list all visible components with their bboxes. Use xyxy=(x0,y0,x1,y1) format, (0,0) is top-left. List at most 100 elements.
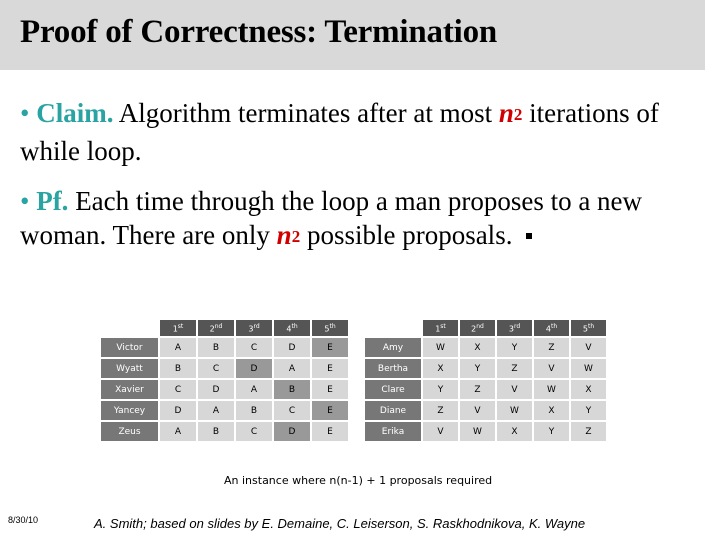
person-name: Xavier xyxy=(101,380,158,399)
preference-cell: W xyxy=(534,380,569,399)
table-row: Erika V W X Y Z xyxy=(365,422,606,441)
preference-cell: B xyxy=(198,422,234,441)
preference-cell: A xyxy=(236,380,272,399)
rank-header: 1st xyxy=(160,320,196,336)
preference-cell: Y xyxy=(534,422,569,441)
claim-paragraph: • Claim. Algorithm terminates after at m… xyxy=(20,96,690,168)
preference-cell: V xyxy=(571,338,606,357)
preference-cell: C xyxy=(160,380,196,399)
preference-cell: D xyxy=(236,359,272,378)
preference-cell: C xyxy=(236,422,272,441)
preference-cell: B xyxy=(160,359,196,378)
preference-cell: E xyxy=(312,401,348,420)
preference-cell: D xyxy=(160,401,196,420)
preference-cell: Z xyxy=(534,338,569,357)
preference-cell: W xyxy=(423,338,458,357)
rank-header: 4th xyxy=(274,320,310,336)
preference-cell: V xyxy=(460,401,495,420)
claim-keyword: Claim. xyxy=(36,98,114,128)
table-row: Bertha X Y Z V W xyxy=(365,359,606,378)
preference-cell: C xyxy=(274,401,310,420)
title-bar: Proof of Correctness: Termination xyxy=(0,0,705,70)
preference-cell: V xyxy=(497,380,532,399)
table-row: Zeus A B C D E xyxy=(101,422,348,441)
rank-header: 4th xyxy=(534,320,569,336)
women-table-header: 1st 2nd 3rd 4th 5th xyxy=(365,320,606,336)
rank-header: 2nd xyxy=(198,320,234,336)
preference-cell: D xyxy=(198,380,234,399)
table-row: Amy W X Y Z V xyxy=(365,338,606,357)
proof-tail: possible proposals. xyxy=(300,220,513,250)
preference-cell: D xyxy=(274,422,310,441)
preference-cell: B xyxy=(274,380,310,399)
preference-cell: B xyxy=(198,338,234,357)
preference-cell: E xyxy=(312,380,348,399)
preference-cell: B xyxy=(236,401,272,420)
person-name: Erika xyxy=(365,422,421,441)
proof-n-squared: n2 xyxy=(276,220,301,250)
person-name: Wyatt xyxy=(101,359,158,378)
preference-cell: Z xyxy=(423,401,458,420)
rank-header: 2nd xyxy=(460,320,495,336)
rank-header: 3rd xyxy=(497,320,532,336)
table-row: Diane Z V W X Y xyxy=(365,401,606,420)
person-name: Clare xyxy=(365,380,421,399)
person-name: Zeus xyxy=(101,422,158,441)
proof-keyword: Pf. xyxy=(36,186,69,216)
rank-header: 5th xyxy=(312,320,348,336)
rank-header: 5th xyxy=(571,320,606,336)
preference-cell: X xyxy=(497,422,532,441)
preference-cell: Y xyxy=(460,359,495,378)
preference-cell: Y xyxy=(423,380,458,399)
preference-cell: E xyxy=(312,422,348,441)
preference-cell: E xyxy=(312,338,348,357)
preference-cell: Z xyxy=(497,359,532,378)
preference-cell: X xyxy=(534,401,569,420)
preference-cell: Y xyxy=(571,401,606,420)
qed-square-icon xyxy=(526,232,533,239)
preference-cell: D xyxy=(274,338,310,357)
table-row: Xavier C D A B E xyxy=(101,380,348,399)
table-row: Yancey D A B C E xyxy=(101,401,348,420)
preference-cell: X xyxy=(423,359,458,378)
claim-text: Algorithm terminates after at most xyxy=(113,98,499,128)
proof-bullet: • xyxy=(20,186,30,216)
person-name: Diane xyxy=(365,401,421,420)
preference-cell: W xyxy=(460,422,495,441)
preference-cell: A xyxy=(198,401,234,420)
table-row: Victor A B C D E xyxy=(101,338,348,357)
preference-cell: C xyxy=(236,338,272,357)
table-row: Wyatt B C D A E xyxy=(101,359,348,378)
preference-cell: E xyxy=(312,359,348,378)
preference-cell: X xyxy=(571,380,606,399)
person-name: Bertha xyxy=(365,359,421,378)
rank-header: 3rd xyxy=(236,320,272,336)
men-preference-table: 1st 2nd 3rd 4th 5th Victor A B C D E Wyatt B C D A E Xav… xyxy=(99,318,350,443)
slide-date: 8/30/10 xyxy=(8,515,39,525)
preference-cell: W xyxy=(497,401,532,420)
table-caption: An instance where n(n-1) + 1 proposals r… xyxy=(224,474,493,487)
claim-bullet: • xyxy=(20,98,30,128)
men-table-header: 1st 2nd 3rd 4th 5th xyxy=(101,320,348,336)
preference-cell: A xyxy=(160,338,196,357)
slide-title: Proof of Correctness: Termination xyxy=(20,14,498,50)
preference-cell: W xyxy=(571,359,606,378)
claim-n-squared: n2 xyxy=(498,98,523,128)
rank-header: 1st xyxy=(423,320,458,336)
women-preference-table: 1st 2nd 3rd 4th 5th Amy W X Y Z V Bertha X Y Z V W Clare… xyxy=(363,318,608,443)
preference-cell: Z xyxy=(460,380,495,399)
preference-cell: V xyxy=(534,359,569,378)
preference-cell: C xyxy=(198,359,234,378)
person-name: Victor xyxy=(101,338,158,357)
person-name: Yancey xyxy=(101,401,158,420)
preference-cell: Y xyxy=(497,338,532,357)
proof-paragraph: • Pf. Each time through the loop a man p… xyxy=(20,184,690,256)
preference-cell: A xyxy=(274,359,310,378)
preference-cell: V xyxy=(423,422,458,441)
preference-cell: A xyxy=(160,422,196,441)
person-name: Amy xyxy=(365,338,421,357)
table-row: Clare Y Z V W X xyxy=(365,380,606,399)
preference-cell: X xyxy=(460,338,495,357)
preference-cell: Z xyxy=(571,422,606,441)
slide-credit: A. Smith; based on slides by E. Demaine,… xyxy=(94,516,586,531)
